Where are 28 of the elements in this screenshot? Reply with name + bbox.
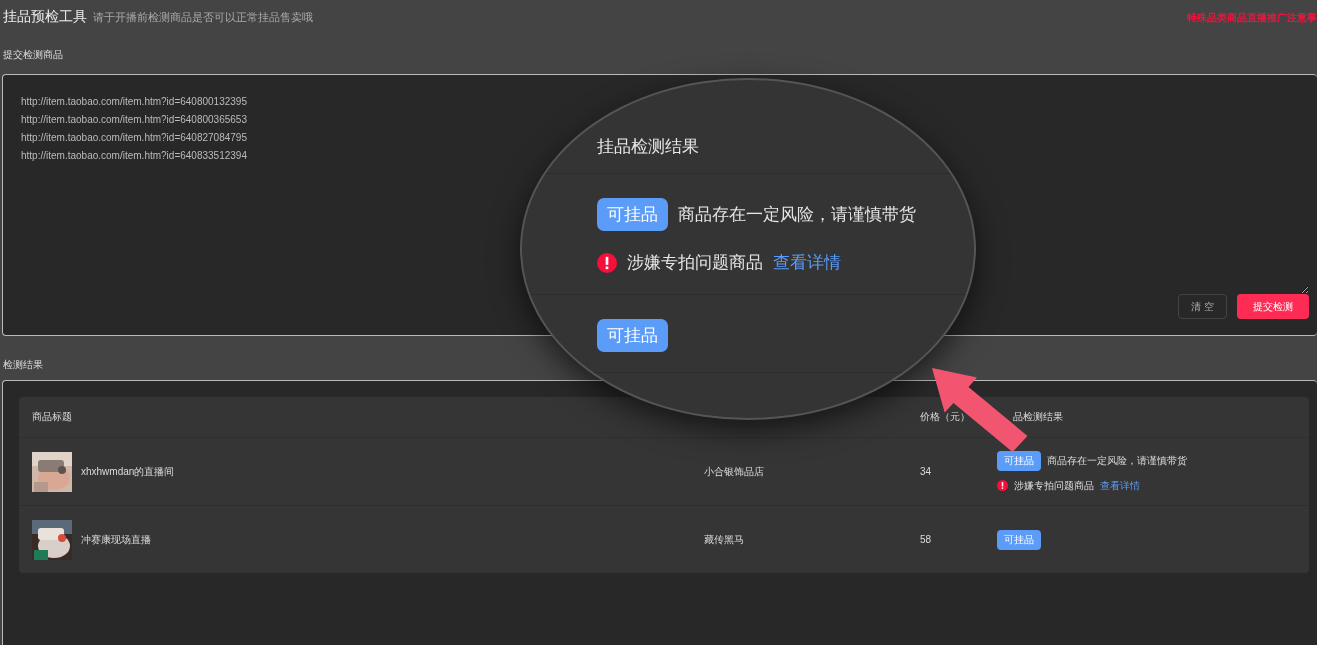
section-label: 提交检测商品 — [2, 48, 64, 62]
details-link[interactable]: 查看详情 — [773, 251, 841, 274]
page-subtitle: 请于开播前检测商品是否可以正常挂品售卖哦 — [93, 10, 313, 25]
action-button[interactable]: 清 空 — [1178, 294, 1227, 319]
page-title: 挂品预检工具 — [3, 8, 87, 26]
status-tag: 可挂品 — [597, 198, 668, 231]
status-tag: 可挂品 — [997, 450, 1041, 471]
column-header: 品检测结果 — [1012, 410, 1064, 424]
section-label: 检测结果 — [2, 358, 44, 372]
table-cell-text: 58 — [920, 534, 933, 545]
table-cell-text: 小合银饰品店 — [704, 464, 765, 479]
risk-note: 商品存在一定风险，请谨慎带货 — [678, 204, 916, 226]
table-cell: 冲赛康现场直播 — [81, 532, 151, 547]
warning-text: 涉嫌专拍问题商品 — [1014, 478, 1094, 493]
warning-text: 涉嫌专拍问题商品 — [627, 252, 763, 274]
table-cell: xhxhwmdan的直播间 — [81, 464, 175, 479]
status-tag: 可挂品 — [997, 529, 1041, 550]
risk-note: 商品存在一定风险，请谨慎带货 — [1047, 453, 1187, 468]
column-header: 商品标题 — [31, 410, 73, 424]
table-cell-text: 34 — [920, 466, 933, 477]
warning-icon — [997, 480, 1008, 491]
status-tag: 可挂品 — [597, 319, 668, 352]
column-header: 价格（元） — [920, 410, 971, 424]
action-button[interactable]: 提交检测 — [1237, 294, 1309, 319]
warning-icon — [597, 252, 617, 273]
magnified-header: 挂品检测结果 — [522, 135, 974, 174]
table-cell-text: 藏传黑马 — [704, 532, 745, 547]
details-link[interactable]: 查看详情 — [1100, 478, 1140, 493]
